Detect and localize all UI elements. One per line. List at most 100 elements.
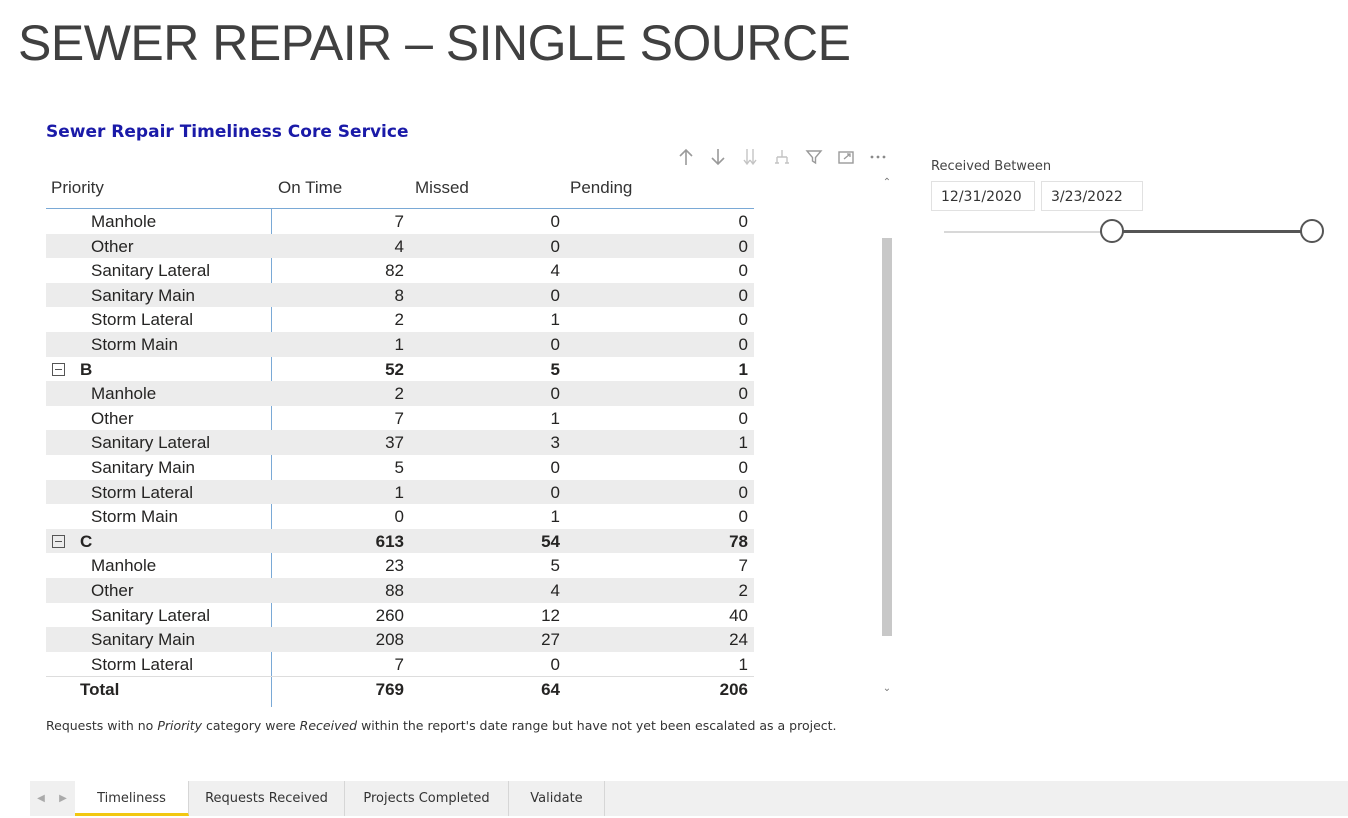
cell-missed: 0 [550,285,560,305]
chevron-right-icon[interactable]: ▶ [59,793,67,804]
column-header-priority[interactable]: Priority [51,178,104,198]
arrow-up-icon[interactable] [670,146,702,168]
cell-missed: 0 [550,457,560,477]
cell-on-time: 260 [375,605,404,625]
slider-end-handle[interactable] [1300,219,1324,243]
slider-start-handle[interactable] [1100,219,1124,243]
collapse-icon[interactable] [52,362,65,376]
cell-pending: 0 [738,507,748,527]
row-label: Storm Lateral [91,654,194,674]
cell-missed: 54 [541,531,560,551]
row-label: Manhole [91,556,157,576]
arrow-down-icon[interactable] [702,146,734,168]
footnote: Requests with no Priority category were … [46,718,837,733]
tab-validate[interactable]: Validate [509,781,605,816]
date-slicer-title: Received Between [931,159,1052,174]
total-pending: 206 [719,680,748,700]
cell-missed: 1 [550,507,560,527]
cell-pending: 1 [738,359,748,379]
chevron-left-icon[interactable]: ◀ [37,793,45,804]
page-tab-bar: ◀ ▶ Timeliness Requests Received Project… [30,781,1348,816]
expand-hierarchy-icon[interactable] [766,146,798,168]
more-options-icon[interactable] [862,146,894,168]
matrix-body: Manhole 7 0 0 Other 4 0 0 Sanitary Lateral 82 4 0 Sa… [46,209,754,676]
table-row: Storm Lateral 2 1 0 [46,307,754,332]
cell-on-time: 5 [394,457,404,477]
scrollbar-thumb[interactable] [882,238,892,636]
row-label: Storm Lateral [91,482,194,502]
column-header-missed[interactable]: Missed [415,178,469,198]
visual-header-toolbar [670,146,894,168]
collapse-icon[interactable] [52,534,65,548]
timeliness-matrix: Priority On Time Missed Pending Manhole 7… [46,168,754,707]
cell-on-time: 0 [394,507,404,527]
tab-nav-arrows: ◀ ▶ [30,781,74,816]
cell-missed: 0 [550,654,560,674]
row-label: Storm Lateral [91,310,194,330]
table-row: Manhole 23 5 7 [46,553,754,578]
tab-timeliness[interactable]: Timeliness [75,781,189,816]
start-date-input[interactable]: 12/31/2020 [931,181,1035,211]
matrix-header: Priority On Time Missed Pending [46,168,754,209]
page-title: SEWER REPAIR – SINGLE SOURCE [18,15,851,71]
cell-missed: 0 [550,212,560,231]
table-row: Other 4 0 0 [46,233,754,259]
tab-projects-completed[interactable]: Projects Completed [345,781,509,816]
cell-on-time: 82 [385,261,404,281]
cell-on-time: 37 [385,433,404,453]
cell-on-time: 2 [394,384,404,404]
scroll-up-icon[interactable]: ⌃ [880,176,894,190]
cell-missed: 0 [550,384,560,404]
column-header-pending[interactable]: Pending [570,178,632,198]
cell-on-time: 208 [375,630,404,650]
footnote-text: category were [202,718,300,733]
column-header-on-time[interactable]: On Time [278,178,342,198]
row-label: Sanitary Main [91,630,195,650]
visual-title: Sewer Repair Timeliness Core Service [46,122,409,142]
footnote-emphasis: Received [299,718,358,733]
table-row: Sanitary Lateral 37 3 1 [46,430,754,455]
row-label: Other [91,236,134,256]
footnote-text: within the report's date range but have … [357,718,837,733]
table-row: Manhole 2 0 0 [46,381,754,406]
row-label: Manhole [91,212,157,231]
cell-pending: 0 [738,482,748,502]
cell-missed: 1 [550,310,560,330]
cell-missed: 5 [550,359,560,379]
cell-pending: 24 [729,630,748,650]
tab-requests-received[interactable]: Requests Received [189,781,345,816]
cell-on-time: 613 [375,531,404,551]
footnote-text: Requests with no [46,718,158,733]
double-arrow-down-icon[interactable] [734,146,766,168]
row-label: B [80,359,93,379]
total-row: Total 769 64 206 [46,676,754,705]
table-row: Other 7 1 0 [46,406,754,431]
table-row: Sanitary Lateral 82 4 0 [46,258,754,283]
date-slider-range [1112,230,1312,233]
cell-pending: 0 [738,457,748,477]
scroll-down-icon[interactable]: ⌄ [880,682,894,696]
cell-pending: 0 [738,384,748,404]
cell-missed: 1 [550,408,560,428]
cell-pending: 78 [729,531,748,551]
cell-on-time: 8 [394,285,404,305]
cell-missed: 0 [550,236,560,256]
total-on-time: 769 [375,680,404,700]
cell-missed: 27 [541,630,560,650]
focus-mode-icon[interactable] [830,146,862,168]
cell-missed: 4 [550,261,560,281]
end-date-input[interactable]: 3/23/2022 [1041,181,1143,211]
row-label: Sanitary Lateral [91,605,211,625]
cell-missed: 0 [550,334,560,354]
table-row: Other 88 4 2 [46,577,754,603]
matrix-scrollbar[interactable]: ⌃ ⌄ [880,176,894,696]
row-label: Sanitary Main [91,457,195,477]
cell-on-time: 1 [394,334,404,354]
filter-icon[interactable] [798,146,830,168]
table-row: Storm Lateral 7 0 1 [46,652,754,677]
table-row: Sanitary Main 8 0 0 [46,282,754,308]
cell-missed: 5 [550,556,560,576]
cell-on-time: 23 [385,556,404,576]
cell-pending: 0 [738,261,748,281]
table-row: Sanitary Lateral 260 12 40 [46,603,754,628]
